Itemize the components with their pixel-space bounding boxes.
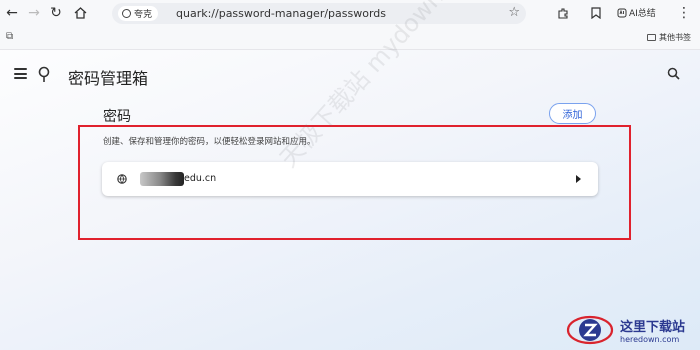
logo-title: 这里下载站 [620,320,686,335]
browser-toolbar: ← → ↻ 夸克 quark://password-manager/passwo… [0,0,700,27]
ai-summary-label: AI总结 [629,9,656,19]
location-pin-icon [38,66,50,82]
bookmark-star-icon[interactable]: ☆ [508,5,520,20]
section-title: 密码 [103,109,131,125]
site-chip-label: 夸克 [134,10,153,20]
app-title: 密码管理箱 [68,69,149,88]
site-chip[interactable]: 夸克 [118,6,159,21]
ai-summary-button[interactable]: AI总结 [617,6,656,19]
bookmarks-folder-label: 其他书签 [659,33,691,42]
bookmarks-folder[interactable]: 其他书签 [647,32,691,43]
ai-icon [617,8,627,17]
folder-icon [647,34,656,41]
bookmarks-bar: ⧉ 其他书签 [0,27,700,50]
url-text[interactable]: quark://password-manager/passwords [176,7,386,20]
home-icon[interactable] [70,3,90,23]
tab-restore-icon[interactable]: ⧉ [6,31,13,42]
bookmarks-icon[interactable] [586,3,606,23]
highlight-box [78,125,631,240]
menu-icon[interactable]: ⋮ [674,3,694,23]
search-icon[interactable] [667,67,680,80]
forward-icon[interactable]: → [24,3,44,23]
add-password-button[interactable]: 添加 [549,103,596,124]
logo-subtitle: heredown.com [620,335,680,344]
site-info-icon [122,9,131,18]
back-icon[interactable]: ← [2,3,22,23]
address-bar[interactable]: 夸克 quark://password-manager/passwords ☆ [112,3,526,24]
reload-icon[interactable]: ↻ [46,3,66,23]
hamburger-menu-icon[interactable] [14,68,27,79]
extensions-icon[interactable] [553,3,573,23]
heredown-logo-icon [566,315,614,345]
